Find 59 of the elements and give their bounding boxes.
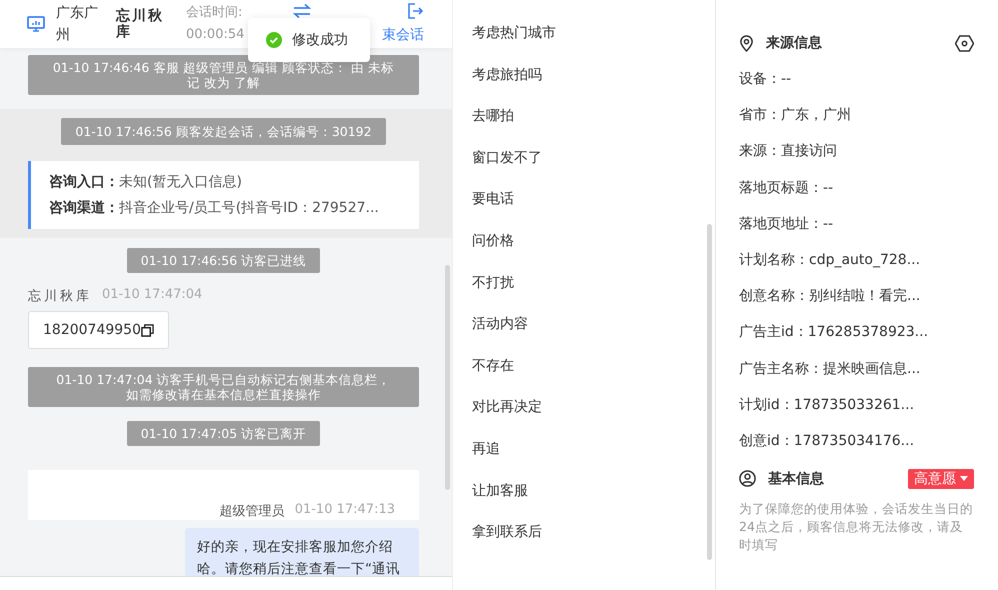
system-notice: 01-10 17:46:46 客服 超级管理员 编辑 顾客状态： 由 未标 记 改为 了解 <box>28 55 419 95</box>
info-field: 创意id：178735034176... <box>739 430 974 452</box>
message-time: 01-10 17:47:04 <box>102 287 202 304</box>
card-value: 未知(暂无入口信息) <box>119 174 242 190</box>
quick-reply-item[interactable]: 不打扰 <box>453 272 715 314</box>
info-field: 计划名称：cdp_auto_728... <box>739 248 974 271</box>
card-value: 抖音企业号/员工号(抖音号ID：279527... <box>119 200 379 216</box>
info-note: 为了保障您的使用体验，会话发生当日的24点之后，顾客信息将无法修改，请及时填写 <box>739 500 974 554</box>
info-field: 落地页标题：-- <box>739 176 974 199</box>
quick-reply-item[interactable]: 让加客服 <box>453 480 715 522</box>
system-notice: 01-10 17:47:05 访客已离开 <box>126 421 320 446</box>
visitor-name: 忘川秋库 <box>116 8 165 40</box>
user-icon <box>739 470 756 488</box>
quick-reply-item[interactable]: 对比再决定 <box>453 396 715 438</box>
info-field: 设备：-- <box>739 68 974 90</box>
scrollbar[interactable] <box>445 265 450 490</box>
section-title: 基本信息 <box>768 470 824 488</box>
copy-icon[interactable] <box>140 324 154 336</box>
info-field: 来源：直接访问 <box>739 140 974 162</box>
info-field: 计划id：178735033261... <box>739 394 974 416</box>
success-icon <box>266 32 282 48</box>
phone-number: 18200749950 <box>43 322 141 338</box>
message-time: 01-10 17:47:13 <box>294 502 395 519</box>
transfer-icon[interactable] <box>292 3 312 19</box>
intent-tag-dropdown[interactable]: 高意愿 <box>908 468 974 489</box>
info-field: 省市：广东，广州 <box>739 104 974 126</box>
quick-reply-item[interactable]: 窗口发不了 <box>453 146 715 188</box>
system-notice: 01-10 17:46:56 顾客发起会话，会话编号：30192 <box>61 118 386 145</box>
settings-icon[interactable] <box>955 34 974 52</box>
session-time: 00:00:54 <box>186 26 246 44</box>
card-label: 咨询渠道： <box>49 200 119 216</box>
info-field: 创意名称：别纠结啦！看完... <box>739 285 974 308</box>
info-field: 落地页地址：-- <box>739 212 974 235</box>
monitor-icon <box>26 14 46 34</box>
location-text: 广东广州 <box>56 4 99 45</box>
section-title: 来源信息 <box>766 34 822 52</box>
quick-reply-item[interactable]: 考虑旅拍吗 <box>453 64 715 106</box>
sender-name: 超级管理员 <box>220 503 285 520</box>
system-notice: 01-10 17:47:04 访客手机号已自动标记右侧基本信息栏， 如需修改请在基本信息栏直接操作 <box>28 367 419 407</box>
exit-icon[interactable] <box>406 2 424 20</box>
quick-reply-item[interactable]: 不存在 <box>453 354 715 396</box>
agent-bubble: 好的亲，现在安排客服加您介绍 哈。请您稍后注意查看一下“通讯 <box>185 528 419 576</box>
quick-reply-item[interactable]: 要电话 <box>453 188 715 230</box>
location-pin-icon <box>739 34 754 52</box>
card-label: 咨询入口： <box>49 174 119 190</box>
system-notice: 01-10 17:46:56 访客已进线 <box>126 248 320 273</box>
quick-reply-item[interactable]: 问价格 <box>453 230 715 272</box>
quick-reply-item[interactable]: 拿到联系后 <box>453 521 715 563</box>
info-field: 广告主id：176285378923... <box>739 321 974 344</box>
quick-reply-item[interactable]: 再追 <box>453 438 715 480</box>
sender-name: 忘川秋库 <box>28 288 92 305</box>
quick-reply-item[interactable]: 活动内容 <box>453 313 715 355</box>
quick-reply-item[interactable]: 去哪拍 <box>453 105 715 147</box>
end-session-link[interactable]: 束会话 <box>382 26 424 44</box>
session-time-label: 会话时间: <box>186 4 244 22</box>
info-field: 广告主名称：提米映画信息... <box>739 358 974 380</box>
scrollbar[interactable] <box>707 224 712 560</box>
toast-text: 修改成功 <box>292 31 348 49</box>
quick-reply-item[interactable]: 考虑热门城市 <box>453 22 715 64</box>
